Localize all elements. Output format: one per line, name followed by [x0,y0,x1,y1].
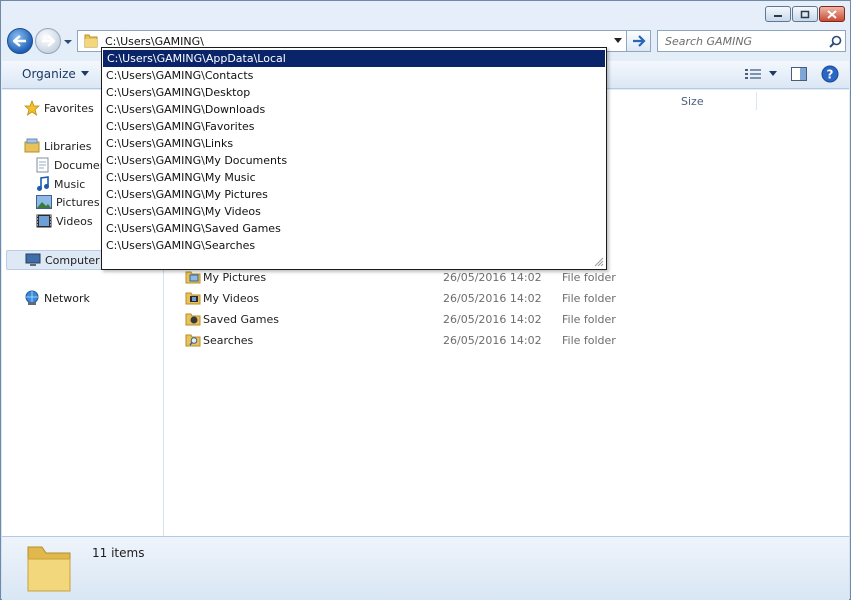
file-type: File folder [562,312,616,326]
close-button[interactable] [819,6,845,22]
music-icon [37,176,49,191]
file-name: My Videos [203,291,260,305]
chevron-down-icon [80,71,89,76]
autocomplete-item[interactable]: C:\Users\GAMING\My Documents [102,152,606,169]
nav-favorites-label: Favorites [44,101,94,115]
autocomplete-item[interactable]: C:\Users\GAMING\AppData\Local [103,50,605,67]
forward-button[interactable] [35,28,61,54]
star-icon [24,100,40,116]
nav-videos[interactable]: Videos [36,214,93,228]
file-type: File folder [562,333,616,347]
searches-folder-icon [185,334,201,347]
forward-arrow-icon [42,35,55,47]
search-box[interactable] [657,30,846,52]
file-date: 26/05/2016 14:02 [443,270,542,284]
autocomplete-item[interactable]: C:\Users\GAMING\Saved Games [102,220,606,237]
column-divider[interactable] [756,92,757,110]
file-date: 26/05/2016 14:02 [443,333,542,347]
nav-pictures[interactable]: Pictures [36,195,100,209]
toolbar-right-group: ? [745,65,839,83]
go-arrow-icon [632,35,646,47]
autocomplete-item[interactable]: C:\Users\GAMING\My Pictures [102,186,606,203]
nav-libraries[interactable]: Libraries [24,138,92,154]
pictures-icon [36,195,52,209]
organize-label: Organize [22,67,76,81]
chevron-down-icon [614,38,622,43]
computer-icon [25,253,41,266]
nav-network[interactable]: Network [24,290,90,306]
autocomplete-item[interactable]: C:\Users\GAMING\My Videos [102,203,606,220]
autocomplete-item[interactable]: C:\Users\GAMING\Links [102,135,606,152]
minimize-icon [774,15,782,17]
network-icon [25,290,39,305]
address-autocomplete-dropdown: C:\Users\GAMING\AppData\Local C:\Users\G… [101,47,607,270]
chevron-down-icon [769,71,777,76]
libraries-icon [24,138,40,153]
go-button[interactable] [627,30,651,52]
minimize-button[interactable] [765,6,791,22]
nav-music[interactable]: Music [36,176,85,192]
close-icon [827,9,837,19]
videos-folder-icon [185,292,201,305]
autocomplete-item[interactable]: C:\Users\GAMING\Desktop [102,84,606,101]
search-input[interactable] [658,34,825,48]
file-name: Saved Games [203,312,279,326]
nav-music-label: Music [54,177,86,191]
pictures-folder-icon [185,271,201,284]
details-view-icon [745,69,761,79]
maximize-icon [800,10,810,18]
item-count: 11 items [92,546,145,560]
nav-libraries-label: Libraries [44,139,92,153]
saved-games-folder-icon [185,313,201,326]
nav-favorites[interactable]: Favorites [24,100,94,116]
recent-pages-dropdown-icon[interactable] [63,37,73,47]
file-type: File folder [562,291,616,305]
back-arrow-icon [13,35,26,47]
caption-buttons [765,6,845,22]
resize-grip-icon[interactable] [592,255,604,267]
file-name: Searches [203,333,254,347]
file-name: My Pictures [203,270,267,284]
preview-pane-icon[interactable] [791,67,807,81]
documents-icon [36,157,49,173]
file-type: File folder [562,270,616,284]
help-icon[interactable]: ? [821,65,839,83]
videos-icon [36,214,52,228]
organize-button[interactable]: Organize [22,67,89,81]
file-date: 26/05/2016 14:02 [443,291,542,305]
address-path[interactable]: C:\Users\GAMING\ [105,35,610,48]
file-date: 26/05/2016 14:02 [443,312,542,326]
autocomplete-item[interactable]: C:\Users\GAMING\Searches [102,237,606,254]
folder-icon [84,34,98,48]
nav-computer-label: Computer [45,253,100,267]
autocomplete-item[interactable]: C:\Users\GAMING\Contacts [102,67,606,84]
svg-text:?: ? [827,68,834,82]
change-view-button[interactable] [745,68,777,80]
search-icon[interactable] [825,35,845,48]
autocomplete-item[interactable]: C:\Users\GAMING\Favorites [102,118,606,135]
details-pane: 11 items [2,536,849,600]
maximize-button[interactable] [792,6,818,22]
nav-pictures-label: Pictures [56,195,100,209]
explorer-window: C:\Users\GAMING\ Organize [0,0,851,600]
folder-icon [27,546,71,592]
back-button[interactable] [7,28,33,54]
autocomplete-item[interactable]: C:\Users\GAMING\Downloads [102,101,606,118]
column-header-size[interactable]: Size [681,95,704,108]
nav-videos-label: Videos [56,214,93,228]
address-dropdown-button[interactable] [610,31,626,51]
nav-network-label: Network [44,291,90,305]
autocomplete-item[interactable]: C:\Users\GAMING\My Music [102,169,606,186]
